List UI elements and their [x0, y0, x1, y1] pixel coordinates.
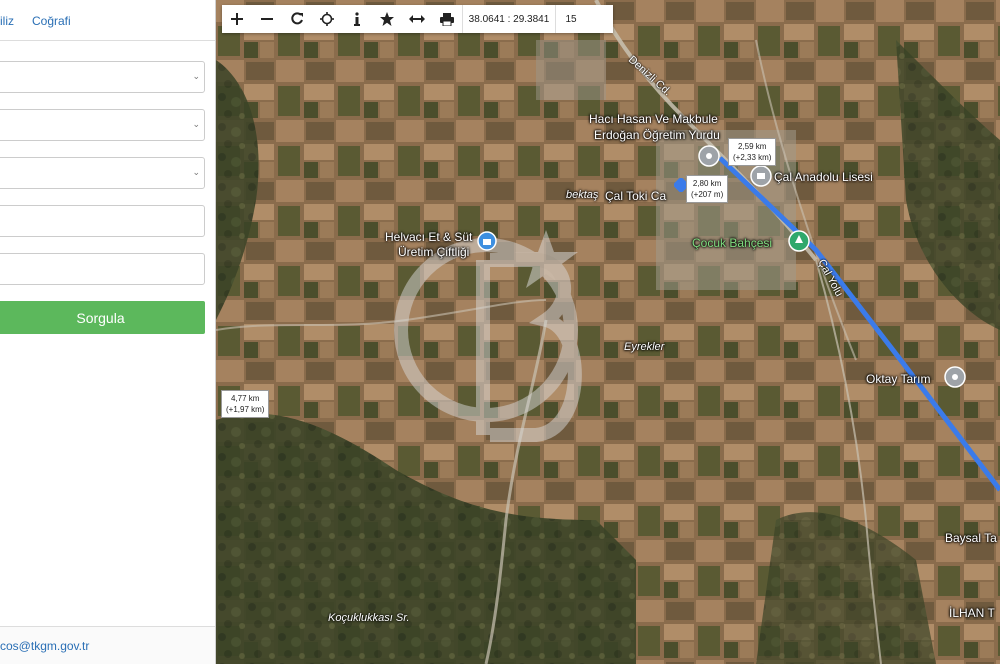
- zoom-level-readout: 15: [565, 13, 577, 25]
- tab-cografi[interactable]: Coğrafi: [32, 14, 71, 28]
- coordinate-readout: 38.0641 : 29.3841: [468, 13, 550, 25]
- tab-iliz[interactable]: iliz: [0, 14, 14, 28]
- label-helvaci-line1: Helvacı Et & Süt: [385, 230, 473, 244]
- info-icon[interactable]: [342, 5, 372, 33]
- label-cal-toki: Çal Toki Ca: [605, 189, 667, 203]
- chevron-down-icon: ⌄: [192, 167, 200, 177]
- neighborhood-select[interactable]: ⌄: [0, 157, 205, 189]
- panel-footer: cos@tkgm.gov.tr: [0, 626, 215, 664]
- map-toolbar: 38.0641 : 29.3841 15: [222, 5, 613, 33]
- zoom-in-icon[interactable]: [222, 5, 252, 33]
- measure-distance: 2,59 km: [738, 142, 767, 151]
- label-yurt-line1: Hacı Hasan Ve Makbule: [589, 112, 718, 126]
- block-input[interactable]: [0, 205, 205, 237]
- label-eyrekler: Eyrekler: [624, 341, 665, 353]
- province-select[interactable]: ⌄: [0, 61, 205, 93]
- parcel-input[interactable]: [0, 253, 205, 285]
- cocuk-bahcesi-pin-icon[interactable]: [788, 230, 810, 252]
- district-select[interactable]: ⌄: [0, 109, 205, 141]
- label-baysal: Baysal Ta: [945, 531, 997, 545]
- label-helvaci-line2: Üretim Çiftliği: [398, 245, 470, 259]
- refresh-icon[interactable]: [282, 5, 312, 33]
- label-ilhan: İLHAN T: [949, 606, 995, 620]
- measure-label: 4,77 km (+1,97 km): [221, 390, 270, 418]
- measure-label: 2,59 km (+2,33 km): [728, 138, 777, 166]
- label-kocukluk: Koçuklukkası Sr.: [328, 612, 410, 624]
- satellite-map[interactable]: Hacı Hasan Ve Makbule Erdoğan Öğretim Yu…: [216, 0, 1000, 664]
- measure-increment: (+207 m): [691, 190, 724, 199]
- lise-pin-icon[interactable]: [750, 165, 772, 187]
- map-imagery: [216, 0, 1000, 664]
- measure-increment: (+2,33 km): [733, 153, 772, 162]
- chevron-down-icon: ⌄: [192, 71, 200, 81]
- label-bektas: bektaş: [566, 189, 599, 201]
- measure-label: 2,80 km (+207 m): [686, 175, 729, 203]
- measure-distance: 4,77 km: [231, 394, 260, 403]
- footer-email-link[interactable]: cos@tkgm.gov.tr: [0, 639, 89, 653]
- print-icon[interactable]: [432, 5, 462, 33]
- measure-distance: 2,80 km: [692, 179, 722, 188]
- label-yurt-line2: Erdoğan Öğretim Yurdu: [594, 128, 720, 142]
- label-oktay-tarim: Oktay Tarım: [866, 372, 931, 386]
- measure-icon[interactable]: [402, 5, 432, 33]
- locate-icon[interactable]: [312, 5, 342, 33]
- search-panel: iliz Coğrafi ⌄ ⌄ ⌄ Sorgula cos@tkgm.gov.…: [0, 0, 216, 664]
- measure-increment: (+1,97 km): [226, 405, 265, 414]
- label-cocuk-bahcesi: Çocuk Bahçesi: [692, 236, 773, 250]
- oktay-tarim-pin-icon[interactable]: [944, 366, 966, 388]
- yurt-pin-icon[interactable]: [698, 145, 720, 167]
- helvaci-place-pin-icon[interactable]: [477, 231, 497, 251]
- query-button[interactable]: Sorgula: [0, 301, 205, 334]
- zoom-out-icon[interactable]: [252, 5, 282, 33]
- favorite-star-icon[interactable]: [372, 5, 402, 33]
- label-cal-anadolu-lisesi: Çal Anadolu Lisesi: [774, 170, 873, 184]
- chevron-down-icon: ⌄: [192, 119, 200, 129]
- panel-tabs: iliz Coğrafi: [0, 0, 215, 41]
